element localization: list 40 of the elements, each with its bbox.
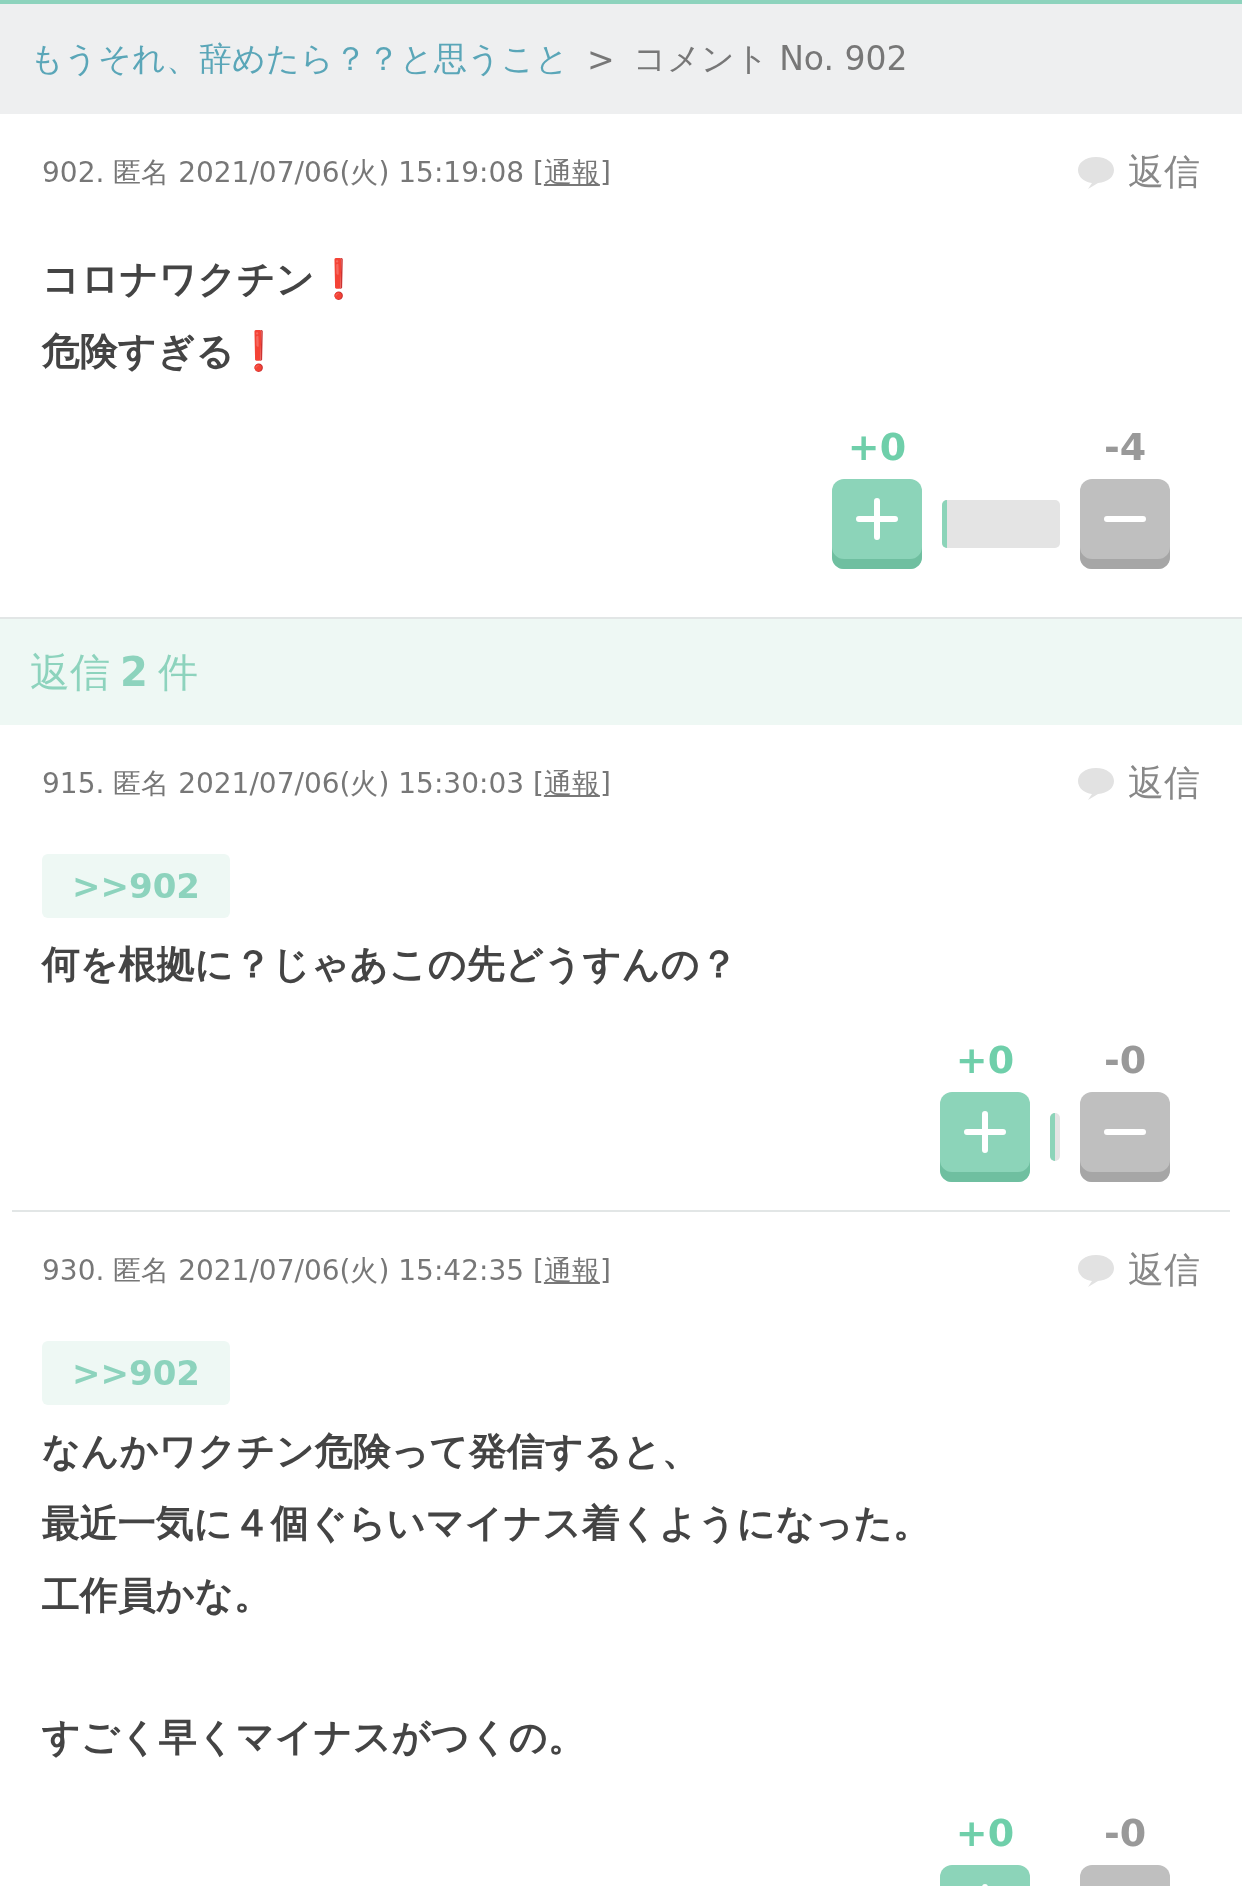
minus-icon	[1103, 516, 1147, 522]
replies-count: 2	[120, 649, 148, 695]
comment-meta: 915. 匿名 2021/07/06(火) 15:30:03 [通報]	[42, 765, 611, 802]
vote-ratio-bar	[1050, 1113, 1060, 1161]
minus-button[interactable]	[1080, 479, 1170, 569]
minus-count: -0	[1103, 1811, 1147, 1855]
breadcrumb-current: コメント No. 902	[632, 37, 908, 80]
comment-text: 最近一気に４個ぐらいマイナス着くようになった。	[42, 1500, 932, 1547]
speech-bubble-icon	[1076, 154, 1116, 191]
speech-bubble-icon	[1076, 1252, 1116, 1289]
comment-meta: 902. 匿名 2021/07/06(火) 15:19:08 [通報]	[42, 154, 611, 191]
comment-text: すごく早くマイナスがつくの。	[42, 1714, 587, 1761]
reply-button[interactable]: 返信	[1076, 759, 1200, 808]
breadcrumb-separator: >	[587, 39, 615, 79]
report-link[interactable]: 通報	[543, 766, 600, 800]
breadcrumb-link[interactable]: もうそれ、辞めたら？？と思うこと	[30, 36, 569, 82]
speech-bubble-icon	[1076, 765, 1116, 802]
plus-count: +0	[955, 1811, 1015, 1855]
plus-button[interactable]	[832, 479, 922, 569]
comment-text: 危険すぎる❗	[42, 328, 283, 375]
reply-button[interactable]: 返信	[1076, 148, 1200, 197]
minus-button[interactable]	[1080, 1092, 1170, 1182]
plus-button[interactable]	[940, 1092, 1030, 1182]
plus-icon	[963, 1110, 1007, 1154]
report-link[interactable]: 通報	[543, 1253, 600, 1287]
replies-unit: 件	[157, 647, 198, 697]
comment-meta: 930. 匿名 2021/07/06(火) 15:42:35 [通報]	[42, 1252, 611, 1289]
comment-text: なんかワクチン危険って発信すると、	[42, 1428, 701, 1475]
plus-count: +0	[955, 1038, 1015, 1082]
plus-icon	[855, 497, 899, 541]
reply-button[interactable]: 返信	[1076, 1246, 1200, 1295]
replies-label: 返信	[30, 647, 110, 697]
minus-count: -4	[1103, 425, 1147, 469]
comment-text: 工作員かな。	[42, 1572, 273, 1619]
minus-count: -0	[1103, 1038, 1147, 1082]
report-link[interactable]: 通報	[543, 155, 600, 189]
minus-icon	[1103, 1129, 1147, 1135]
plus-count: +0	[847, 425, 907, 469]
comment-text: コロナワクチン❗	[42, 256, 363, 303]
comment-text: 何を根拠に？じゃあこの先どうすんの？	[42, 941, 739, 988]
